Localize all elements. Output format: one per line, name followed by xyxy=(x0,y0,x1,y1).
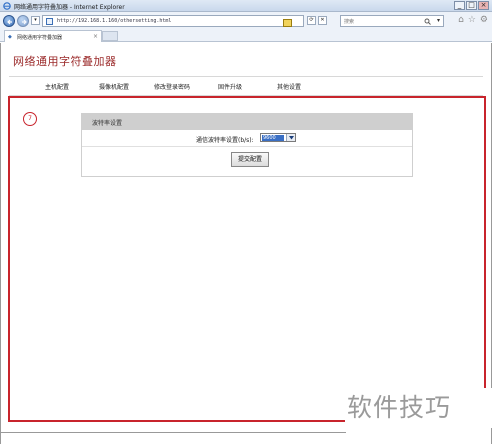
baud-rate-row: 通信波特率设置(b/s): 9600 xyxy=(82,130,412,147)
compatibility-view-icon[interactable] xyxy=(283,19,292,27)
page-icon xyxy=(46,18,53,25)
tab-favicon-icon: ◆ xyxy=(8,34,12,40)
search-icon[interactable] xyxy=(424,18,431,25)
url-text: http://192.168.1.160/othersetting.html xyxy=(57,18,172,24)
back-button[interactable] xyxy=(3,15,15,27)
menu-item-change-password[interactable]: 修改登录密码 xyxy=(154,82,190,91)
menu-item-host-config[interactable]: 主机配置 xyxy=(45,82,69,91)
window-title: 网络通用字符叠加器 - Internet Explorer xyxy=(14,4,125,11)
toolbar-icons: ⌂ ☆ ⚙ xyxy=(458,16,488,25)
baud-rate-value: 9600 xyxy=(262,135,284,141)
gear-icon[interactable]: ⚙ xyxy=(480,16,488,25)
minimize-button[interactable]: _ xyxy=(454,1,465,10)
panel-header: 波特率设置 xyxy=(82,114,412,130)
watermark: 软件技巧 xyxy=(345,388,492,428)
navigation-bar: ▾ http://192.168.1.160/othersetting.html… xyxy=(0,12,492,30)
step-marker: 7 xyxy=(23,112,37,126)
search-dropdown-icon[interactable]: ▾ xyxy=(437,17,440,24)
forward-button[interactable] xyxy=(17,15,29,27)
forward-arrow-icon xyxy=(22,19,27,25)
bottom-border xyxy=(0,432,346,433)
menu-item-other-settings[interactable]: 其他设置 xyxy=(277,82,302,97)
window-titlebar: 网络通用字符叠加器 - Internet Explorer _ □ × xyxy=(0,0,492,12)
baud-rate-label: 通信波特率设置(b/s): xyxy=(196,137,254,144)
chevron-down-icon xyxy=(289,136,294,140)
select-arrow xyxy=(286,134,295,141)
menu-item-camera-config[interactable]: 摄像机配置 xyxy=(99,82,129,91)
tab-close-icon[interactable]: × xyxy=(93,33,98,40)
close-window-button[interactable]: × xyxy=(478,1,489,10)
search-box[interactable]: 搜索 ▾ xyxy=(340,15,444,27)
tab-active[interactable]: ◆ 网络通用字符叠加器 × xyxy=(4,30,102,42)
address-bar[interactable]: http://192.168.1.160/othersetting.html xyxy=(42,15,304,27)
main-menu: 主机配置 摄像机配置 修改登录密码 固件升级 其他设置 xyxy=(9,76,483,97)
baud-rate-select[interactable]: 9600 xyxy=(260,133,296,142)
tab-bar: ◆ 网络通用字符叠加器 × xyxy=(0,30,492,42)
home-icon[interactable]: ⌂ xyxy=(458,16,464,25)
window-controls: _ □ × xyxy=(454,1,489,10)
refresh-button[interactable]: ⟳ xyxy=(307,16,316,25)
panel-title: 波特率设置 xyxy=(92,120,123,127)
page-content: 网络通用字符叠加器 主机配置 摄像机配置 修改登录密码 固件升级 其他设置 7 … xyxy=(0,43,492,444)
ie-logo-icon xyxy=(3,2,11,10)
back-arrow-icon xyxy=(7,19,12,25)
new-tab-button[interactable] xyxy=(102,31,118,41)
search-placeholder: 搜索 xyxy=(344,19,355,25)
stop-button[interactable]: ✕ xyxy=(318,16,327,25)
submit-config-button[interactable]: 提交配置 xyxy=(231,152,269,167)
favorites-star-icon[interactable]: ☆ xyxy=(468,16,476,25)
baud-rate-panel: 波特率设置 通信波特率设置(b/s): 9600 提交配置 xyxy=(81,113,413,177)
history-dropdown-button[interactable]: ▾ xyxy=(31,16,40,25)
highlight-frame: 7 波特率设置 通信波特率设置(b/s): 9600 提交配置 xyxy=(8,96,486,422)
watermark-text: 软件技巧 xyxy=(347,393,452,422)
menu-item-firmware-upgrade[interactable]: 固件升级 xyxy=(218,82,242,91)
brand-title: 网络通用字符叠加器 xyxy=(13,55,117,68)
tab-title: 网络通用字符叠加器 xyxy=(17,35,63,41)
maximize-button[interactable]: □ xyxy=(466,1,477,10)
